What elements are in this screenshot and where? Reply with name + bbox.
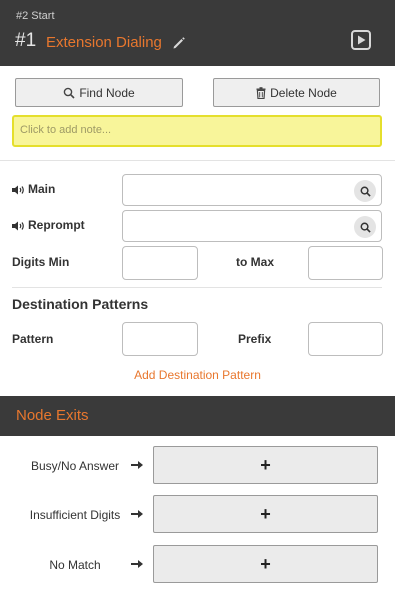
arrow-right-icon [131, 510, 143, 518]
play-icon[interactable] [351, 30, 371, 50]
main-prompt-label: Main [12, 182, 55, 196]
divider [12, 287, 382, 288]
arrow-right-icon [131, 461, 143, 469]
arrow-right-icon [131, 560, 143, 568]
prefix-input[interactable] [308, 322, 383, 356]
exit-button-insufficient-digits[interactable]: + [153, 495, 378, 533]
note-field[interactable]: Click to add note... [12, 115, 382, 147]
speaker-icon [12, 185, 24, 195]
pattern-label: Pattern [12, 332, 54, 346]
destination-patterns-title: Destination Patterns [12, 296, 149, 312]
breadcrumb[interactable]: #2 Start [16, 10, 55, 22]
delete-node-label: Delete Node [270, 85, 337, 100]
pencil-icon[interactable] [172, 36, 186, 50]
prefix-label: Prefix [238, 332, 272, 346]
pattern-input[interactable] [122, 322, 198, 356]
main-search-button[interactable] [354, 180, 376, 202]
node-number: #1 [15, 30, 37, 51]
find-node-button[interactable]: Find Node [15, 78, 183, 107]
node-header: #2 Start #1 Extension Dialing [0, 0, 395, 66]
digits-max-label: to Max [236, 255, 275, 269]
divider [0, 160, 395, 161]
trash-icon [256, 86, 266, 99]
main-label-text: Main [28, 182, 56, 196]
exit-button-no-match[interactable]: + [153, 545, 378, 583]
node-exits-title: Node Exits [16, 407, 89, 424]
node-exits-header: Node Exits [0, 396, 395, 436]
reprompt-input[interactable] [122, 210, 382, 242]
digits-min-label: Digits Min [12, 255, 70, 269]
main-prompt-input[interactable] [122, 174, 382, 206]
digits-min-input[interactable] [122, 246, 198, 280]
speaker-icon [12, 221, 24, 231]
exit-button-busy[interactable]: + [153, 446, 378, 484]
node-title[interactable]: Extension Dialing [46, 34, 162, 51]
find-node-label: Find Node [79, 85, 135, 100]
reprompt-search-button[interactable] [354, 216, 376, 238]
reprompt-label: Reprompt [12, 218, 85, 232]
search-icon [360, 186, 371, 197]
search-icon [64, 87, 75, 99]
exit-label-insufficient-digits: Insufficient Digits [29, 508, 121, 522]
exit-label-no-match: No Match [49, 558, 101, 572]
reprompt-label-text: Reprompt [28, 218, 85, 232]
add-destination-pattern-link[interactable]: Add Destination Pattern [0, 368, 395, 382]
exit-label-busy: Busy/No Answer [30, 459, 120, 473]
search-icon [360, 222, 371, 233]
delete-node-button[interactable]: Delete Node [213, 78, 380, 107]
digits-max-input[interactable] [308, 246, 383, 280]
